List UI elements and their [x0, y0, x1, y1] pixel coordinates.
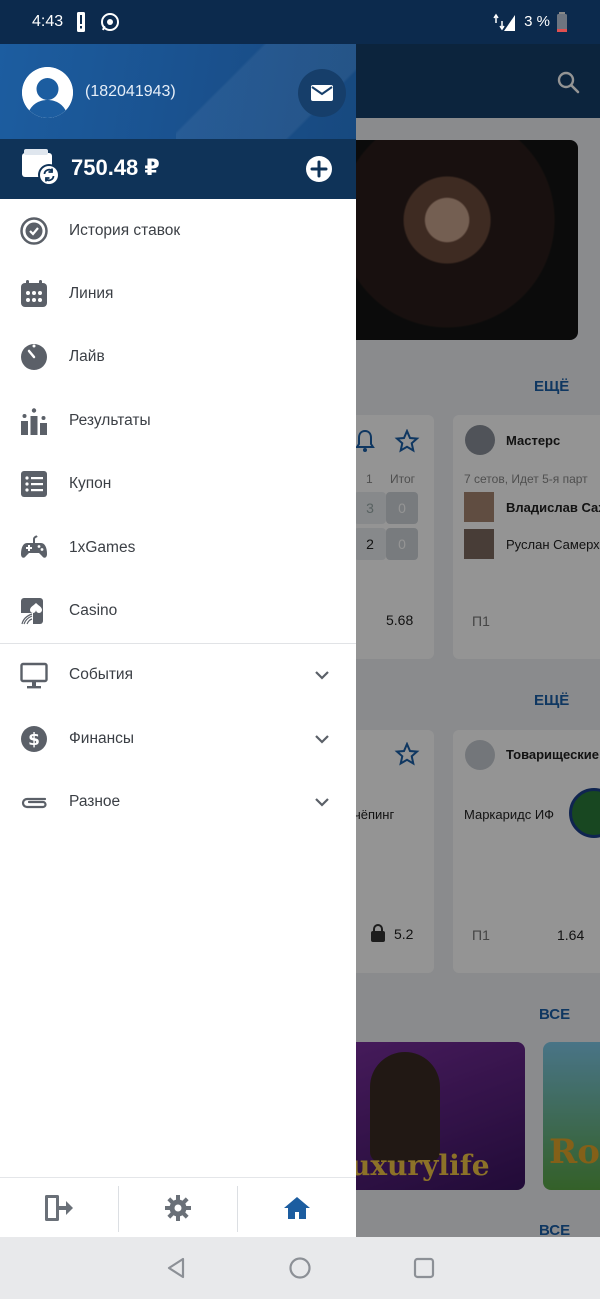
balance-amount: 750.48 ₽ [71, 155, 160, 180]
stopwatch-icon [20, 343, 48, 371]
home-circle-icon[interactable] [288, 1256, 312, 1280]
back-icon[interactable] [164, 1256, 188, 1280]
menu-item-finance[interactable]: $ Финансы [0, 707, 356, 770]
casino-cards-icon [20, 597, 48, 625]
battery-level: 3 % [524, 13, 550, 30]
svg-text:$: $ [28, 730, 40, 750]
gear-icon [165, 1195, 191, 1221]
battery-icon [557, 12, 567, 32]
home-button[interactable] [238, 1178, 356, 1238]
results-icon [20, 407, 48, 435]
whatsapp-icon [101, 13, 119, 31]
menu-item-casino[interactable]: Casino [0, 579, 356, 642]
menu-item-coupon[interactable]: Купон [0, 453, 356, 516]
menu-item-bet-history[interactable]: История ставок [0, 199, 356, 262]
user-id: (182041943) [85, 83, 176, 100]
chevron-down-icon[interactable] [312, 729, 332, 749]
chevron-down-icon[interactable] [312, 665, 332, 685]
menu-item-results[interactable]: Результаты [0, 389, 356, 452]
home-icon [284, 1197, 310, 1219]
bet-history-icon [20, 216, 48, 245]
user-icon [22, 67, 73, 118]
recents-icon[interactable] [412, 1256, 436, 1280]
envelope-icon [311, 85, 333, 101]
system-nav-bar [0, 1237, 600, 1299]
menu-item-line[interactable]: Линия [0, 262, 356, 325]
menu-item-1xgames[interactable]: 1xGames [0, 516, 356, 579]
dollar-icon: $ [20, 725, 48, 753]
chevron-down-icon[interactable] [312, 792, 332, 812]
monitor-icon [20, 661, 48, 689]
drawer-header: (182041943) [0, 44, 356, 139]
signal-icon [493, 13, 515, 31]
settings-button[interactable] [119, 1178, 237, 1238]
menu-item-live[interactable]: Лайв [0, 326, 356, 389]
drawer-menu: История ставок Линия Лайв Результаты Куп… [0, 199, 356, 834]
coupon-list-icon [20, 470, 48, 498]
status-time: 4:43 [32, 13, 64, 30]
avatar[interactable] [22, 67, 73, 118]
menu-item-misc[interactable]: Разное [0, 771, 356, 834]
add-funds-icon[interactable] [305, 155, 333, 183]
drawer-footer [0, 1177, 356, 1237]
menu-item-events[interactable]: События [0, 644, 356, 707]
calendar-icon [20, 280, 48, 308]
paperclip-icon [20, 788, 48, 816]
navigation-drawer: (182041943) 750.48 ₽ История ставок Лини… [0, 44, 356, 1237]
messages-button[interactable] [298, 69, 346, 117]
alert-icon [77, 12, 85, 32]
logout-button[interactable] [0, 1178, 118, 1238]
status-bar: 4:43 3 % [0, 0, 600, 44]
logout-icon [45, 1195, 73, 1221]
balance-bar[interactable]: 750.48 ₽ [0, 139, 356, 199]
gamepad-icon [20, 534, 48, 562]
wallet-refresh-icon[interactable] [20, 147, 62, 187]
